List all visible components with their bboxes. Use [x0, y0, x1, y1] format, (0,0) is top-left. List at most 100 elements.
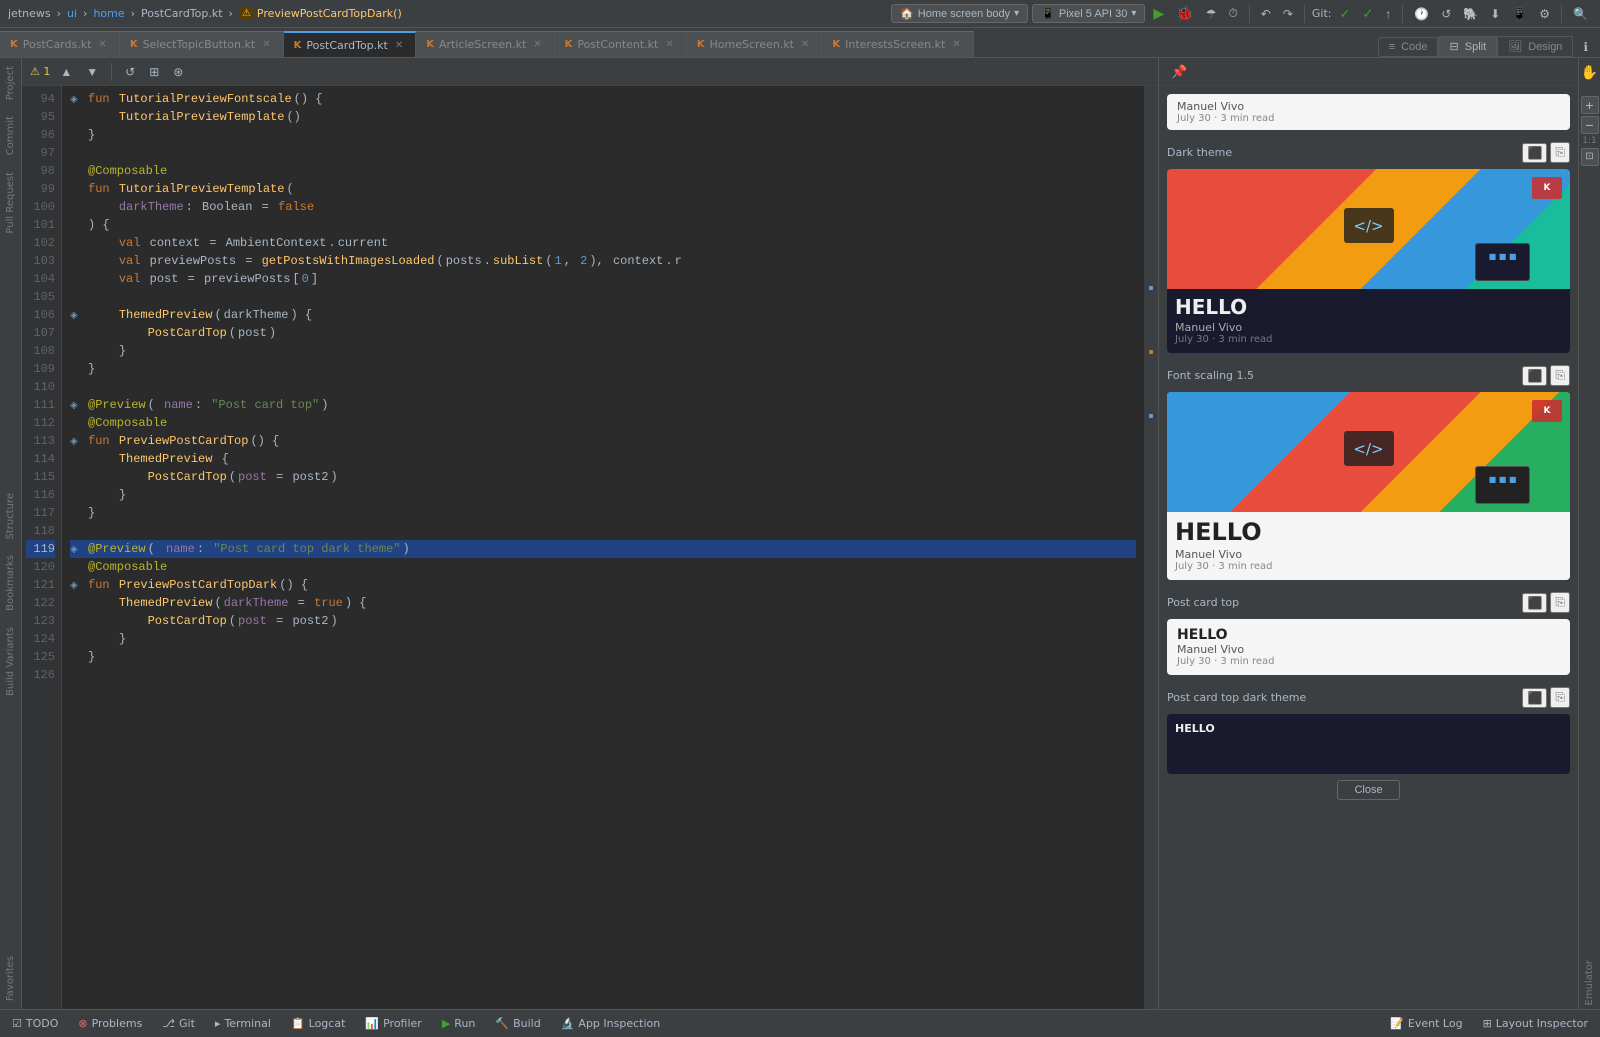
todo-item[interactable]: ☑ TODO — [8, 1015, 62, 1032]
emulator-label[interactable]: Emulator — [1582, 956, 1597, 1009]
editor-content[interactable]: 9495969798 99100101102103 10410510610710… — [22, 86, 1158, 1009]
save-post-card-top-btn[interactable]: ⬛ — [1522, 593, 1547, 613]
gutter-119[interactable]: ◈ — [70, 542, 84, 556]
tab-homescreen-close[interactable]: ✕ — [799, 38, 811, 51]
gutter-111[interactable]: ◈ — [70, 398, 84, 412]
tab-articlescreen[interactable]: K ArticleScreen.kt ✕ — [416, 31, 554, 57]
gutter-126 — [70, 668, 84, 682]
tab-selecttopic-close[interactable]: ✕ — [260, 38, 272, 51]
tab-homescreen[interactable]: K HomeScreen.kt ✕ — [687, 31, 823, 57]
copy-dark-theme-btn[interactable]: ⎘ — [1550, 142, 1570, 163]
panel-build-variants[interactable]: Build Variants — [2, 619, 19, 704]
dark-theme-card[interactable]: </> K ■ ■ ■ HELLO M — [1167, 169, 1570, 353]
panel-favorites[interactable]: Favorites — [2, 948, 19, 1009]
section-title-post-card-dark: Post card top dark theme ⬛ ⎘ — [1167, 687, 1570, 708]
next-warning-btn[interactable]: ▼ — [82, 63, 102, 81]
device-btn[interactable]: 📱 Pixel 5 API 30 ▾ — [1032, 4, 1145, 23]
post-card-dark-card[interactable]: HELLO — [1167, 714, 1570, 774]
hand-tool-btn[interactable]: ✋ — [1577, 62, 1600, 83]
copy-post-card-top-btn[interactable]: ⎘ — [1550, 592, 1570, 613]
tab-postcontent-close[interactable]: ✕ — [663, 38, 675, 51]
tab-postcards-close[interactable]: ✕ — [96, 38, 108, 51]
tab-interestsscreen[interactable]: K InterestsScreen.kt ✕ — [822, 31, 973, 57]
run-btn[interactable]: ▶ — [1149, 3, 1168, 24]
gutter-99 — [70, 182, 84, 196]
post-card-top-card[interactable]: HELLO Manuel Vivo July 30 · 3 min read — [1167, 619, 1570, 675]
terminal-item[interactable]: ▸ Terminal — [211, 1015, 275, 1032]
close-btn[interactable]: Close — [1337, 780, 1399, 800]
sdk-btn[interactable]: ⬇ — [1486, 5, 1504, 23]
dark-theme-card-text: HELLO Manuel Vivo July 30 · 3 min read — [1167, 289, 1570, 353]
gutter-121[interactable]: ◈ — [70, 578, 84, 592]
font-scaling-hero: </> K ■ ■ ■ — [1167, 392, 1570, 512]
avd-btn[interactable]: 📱 — [1508, 5, 1531, 23]
code-lines[interactable]: ◈ fun TutorialPreviewFontscale() { Tutor… — [62, 86, 1144, 1009]
close-btn-area: Close — [1167, 780, 1570, 800]
logcat-item[interactable]: 📋 Logcat — [287, 1015, 349, 1032]
layout-inspector-icon: ⊞ — [1483, 1017, 1492, 1030]
prev-warning-btn[interactable]: ▲ — [56, 63, 76, 81]
panel-commit[interactable]: Commit — [2, 108, 19, 163]
view-design-btn[interactable]: 🖼 Design — [1497, 36, 1573, 57]
tab-postcards[interactable]: K PostCards.kt ✕ — [0, 31, 120, 57]
panel-bookmarks[interactable]: Bookmarks — [2, 547, 19, 619]
view-code-btn[interactable]: ≡ Code — [1378, 37, 1439, 57]
pin-btn[interactable]: 📌 — [1167, 62, 1191, 82]
tab-selecttopic[interactable]: K SelectTopicButton.kt ✕ — [120, 31, 284, 57]
zoom-fit-btn[interactable]: ⊡ — [1581, 148, 1599, 166]
git-check-btn[interactable]: ✓ — [1358, 4, 1377, 24]
settings-btn[interactable]: ⚙ — [1535, 5, 1554, 23]
save-post-card-dark-btn[interactable]: ⬛ — [1522, 688, 1547, 708]
zoom-out-btn[interactable]: − — [1581, 116, 1599, 134]
view-split-btn[interactable]: ⊟ Split — [1438, 36, 1497, 57]
copy-post-card-dark-btn[interactable]: ⎘ — [1550, 687, 1570, 708]
git-push-btn[interactable]: ↑ — [1381, 5, 1395, 23]
gutter-113[interactable]: ◈ — [70, 434, 84, 448]
tab-interestsscreen-close[interactable]: ✕ — [950, 38, 962, 51]
tab-postcontent[interactable]: K PostContent.kt ✕ — [555, 31, 687, 57]
scroll-gutter[interactable] — [1144, 86, 1158, 1009]
profile-btn[interactable]: ⏱ — [1224, 4, 1241, 23]
build-item[interactable]: 🔨 Build — [491, 1015, 544, 1032]
app-inspection-item[interactable]: 🔬 App Inspection — [557, 1015, 665, 1032]
coverage-btn[interactable]: ☂ — [1202, 5, 1221, 23]
tab-postcardtop-close[interactable]: ✕ — [393, 39, 405, 52]
partial-card[interactable]: Manuel Vivo July 30 · 3 min read — [1167, 94, 1570, 130]
panel-structure[interactable]: Structure — [2, 485, 19, 548]
preview-content[interactable]: Manuel Vivo July 30 · 3 min read Dark th… — [1159, 86, 1578, 1009]
event-log-item[interactable]: 📝 Event Log — [1386, 1015, 1466, 1032]
revert-btn[interactable]: ↶ — [1257, 5, 1275, 23]
copy-font-scaling-btn[interactable]: ⎘ — [1550, 365, 1570, 386]
layout-inspector-item[interactable]: ⊞ Layout Inspector — [1479, 1015, 1592, 1032]
tab-postcardtop[interactable]: K PostCardTop.kt ✕ — [284, 31, 417, 57]
gradle-btn[interactable]: 🐘 — [1459, 5, 1482, 23]
history-btn[interactable]: 🕐 — [1410, 5, 1433, 23]
run-config-btn[interactable]: 🏠 Home screen body ▾ — [891, 4, 1028, 23]
gutter-106[interactable]: ◈ — [70, 308, 84, 322]
run-item[interactable]: ▶ Run — [438, 1015, 480, 1032]
debug-btn[interactable]: 🐞 — [1172, 3, 1197, 24]
refresh-btn[interactable]: ↺ — [1437, 5, 1455, 23]
zoom-in-btn[interactable]: + — [1581, 96, 1599, 114]
panel-pull-request[interactable]: Pull Request — [2, 164, 19, 242]
problems-item[interactable]: ⊗ Problems — [74, 1015, 146, 1032]
refresh-preview-btn[interactable]: ↺ — [121, 63, 139, 81]
git-commit-btn[interactable]: ✓ — [1335, 4, 1354, 24]
gutter-109 — [70, 362, 84, 376]
save-dark-theme-btn[interactable]: ⬛ — [1522, 143, 1547, 163]
search-everywhere-btn[interactable]: 🔍 — [1569, 5, 1592, 23]
gutter-94[interactable]: ◈ — [70, 92, 84, 106]
layers-btn[interactable]: ⊛ — [169, 63, 187, 81]
gutter-104 — [70, 272, 84, 286]
font-scaling-card[interactable]: </> K ■ ■ ■ HELLO Manuel Vivo — [1167, 392, 1570, 580]
save-font-scaling-btn[interactable]: ⬛ — [1522, 366, 1547, 386]
gutter-100 — [70, 200, 84, 214]
panel-project[interactable]: Project — [2, 58, 19, 108]
tab-articlescreen-close[interactable]: ✕ — [531, 38, 543, 51]
git-item[interactable]: ⎇ Git — [158, 1015, 199, 1032]
profiler-item[interactable]: 📊 Profiler — [361, 1015, 425, 1032]
grid-view-btn[interactable]: ⊞ — [145, 63, 163, 81]
info-btn[interactable]: ℹ — [1579, 38, 1592, 56]
font-scaling-card-text: HELLO Manuel Vivo July 30 · 3 min read — [1167, 512, 1570, 580]
redo-btn[interactable]: ↷ — [1279, 5, 1297, 23]
